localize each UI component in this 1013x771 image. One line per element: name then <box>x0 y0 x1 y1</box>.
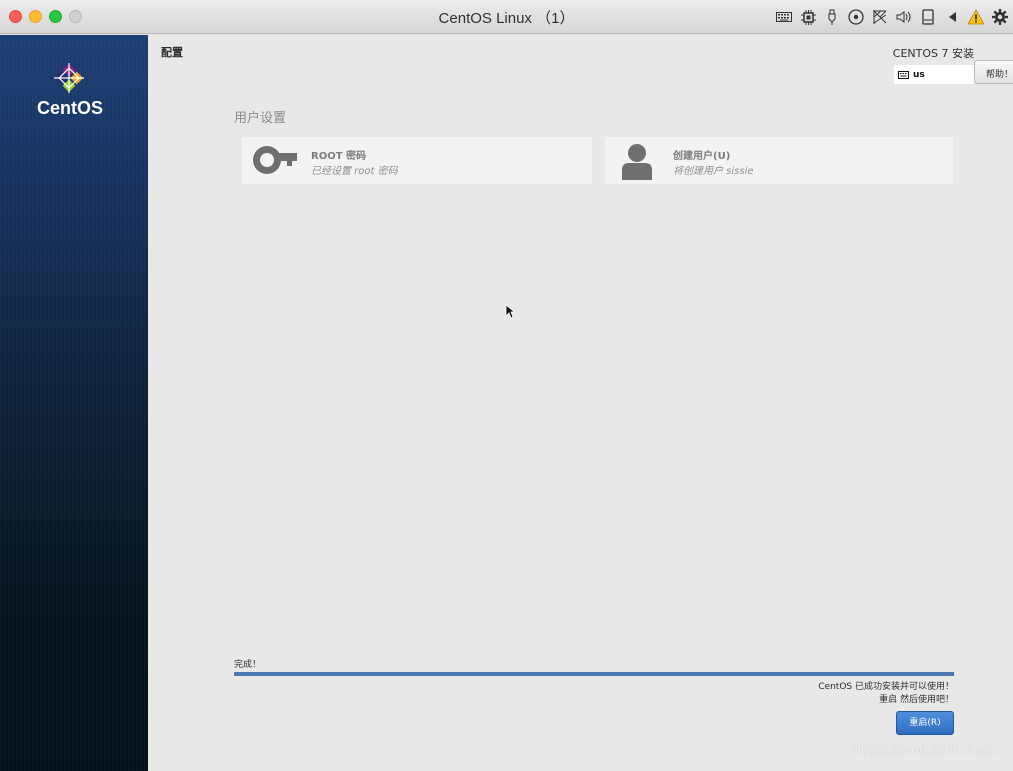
product-title: CENTOS 7 安装 <box>892 47 974 60</box>
install-progress-fill <box>234 672 954 676</box>
optical-disc-icon[interactable] <box>847 8 865 26</box>
spoke-name: ROOT 密码 <box>311 151 367 162</box>
spoke-name: 创建用户(U) <box>673 151 731 162</box>
brand-name: CentOS <box>36 98 103 118</box>
keyboard-layout-label: us <box>913 69 925 80</box>
watermark-text: https://blog.csdn.net/... <box>852 743 1004 758</box>
keyboard-icon <box>898 70 909 79</box>
spoke-status: 已经设置 root 密码 <box>311 166 398 177</box>
progress-label: 完成！ <box>234 660 262 670</box>
usb-icon[interactable] <box>823 8 841 26</box>
keyboard-icon[interactable] <box>775 8 793 26</box>
speaker-icon[interactable] <box>895 8 913 26</box>
gear-icon[interactable] <box>991 8 1009 26</box>
keyboard-layout-indicator[interactable]: us <box>894 65 974 84</box>
spoke-status: 将创建用户 sissie <box>673 166 754 177</box>
page-title: 配置 <box>161 46 183 59</box>
completion-message-line1: CentOS 已成功安装并可以使用！ <box>818 682 954 692</box>
user-icon <box>622 144 652 180</box>
cpu-icon[interactable] <box>799 8 817 26</box>
section-title: 用户设置 <box>234 111 287 126</box>
back-arrow-icon[interactable] <box>943 8 961 26</box>
centos-logo-icon <box>54 63 84 93</box>
window-titlebar: CentOS Linux （1） <box>0 0 1013 34</box>
drive-icon[interactable] <box>919 8 937 26</box>
completion-message: CentOS 已成功安装并可以使用！ 重启 然后使用吧！ <box>818 681 954 707</box>
root-password-spoke[interactable]: ROOT 密码 已经设置 root 密码 <box>242 137 592 184</box>
warning-icon[interactable] <box>967 8 985 26</box>
mouse-pointer-icon <box>505 304 515 319</box>
completion-message-line2: 重启 然后使用吧！ <box>879 695 954 705</box>
install-progress-bar <box>234 672 954 676</box>
reboot-button[interactable]: 重启(R) <box>896 711 954 735</box>
vm-toolbar <box>775 6 1009 28</box>
sidebar: CentOS <box>0 35 148 771</box>
create-user-spoke[interactable]: 创建用户(U) 将创建用户 sissie <box>605 137 953 184</box>
key-icon <box>253 146 297 174</box>
network-icon[interactable] <box>871 8 889 26</box>
help-button[interactable]: 帮助！ <box>974 60 1013 84</box>
